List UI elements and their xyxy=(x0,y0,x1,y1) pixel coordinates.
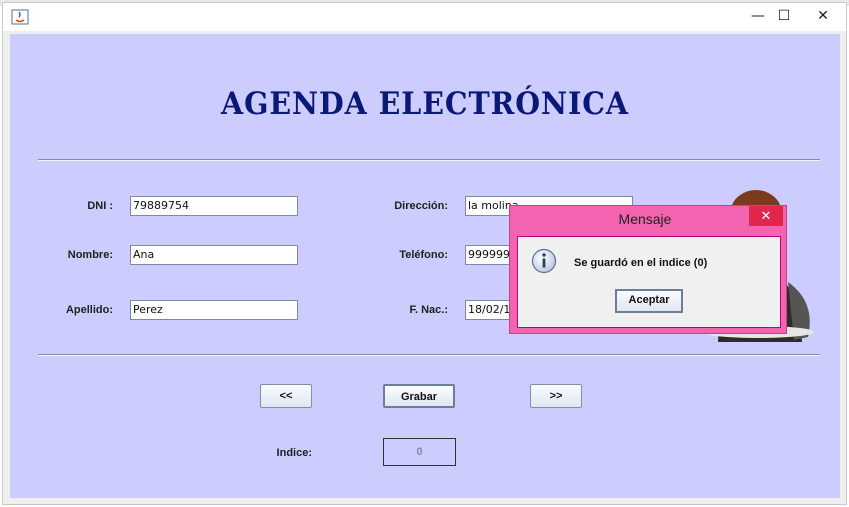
nombre-field[interactable]: Ana xyxy=(130,245,298,265)
telefono-label: Teléfono: xyxy=(399,249,448,261)
save-button[interactable]: Grabar xyxy=(383,384,455,408)
close-window-button[interactable]: ✕ xyxy=(803,5,843,27)
apellido-label: Apellido: xyxy=(65,304,113,316)
previous-record-button[interactable]: << xyxy=(260,384,312,408)
bottom-divider xyxy=(38,354,820,356)
nombre-label: Nombre: xyxy=(67,249,113,261)
dni-label: DNI : xyxy=(87,200,113,212)
dialog-close-button[interactable]: ✕ xyxy=(749,206,783,226)
next-record-button[interactable]: >> xyxy=(530,384,582,408)
maximize-button[interactable]: ☐ xyxy=(767,5,801,27)
indice-field: 0 xyxy=(383,438,456,466)
top-divider xyxy=(38,159,820,161)
accept-button[interactable]: Aceptar xyxy=(615,289,683,313)
dialog-message: Se guardó en el indice (0) xyxy=(574,257,708,269)
apellido-field[interactable]: Perez xyxy=(130,300,298,320)
java-app-icon xyxy=(11,9,29,25)
dialog-title: Mensaje xyxy=(618,211,672,227)
indice-label: Indice: xyxy=(276,447,312,459)
page-title: AGENDA ELECTRÓNICA xyxy=(221,86,629,122)
window-titlebar[interactable]: — ☐ ✕ xyxy=(3,3,846,31)
fnac-label: F. Nac.: xyxy=(409,304,448,316)
direccion-label: Dirección: xyxy=(394,200,448,212)
dni-field[interactable]: 79889754 xyxy=(130,196,298,216)
message-dialog: Mensaje ✕ Se guardó en el indice (0) Ace… xyxy=(509,205,787,334)
dialog-body: Se guardó en el indice (0) Aceptar xyxy=(517,236,781,328)
info-icon xyxy=(531,248,557,274)
